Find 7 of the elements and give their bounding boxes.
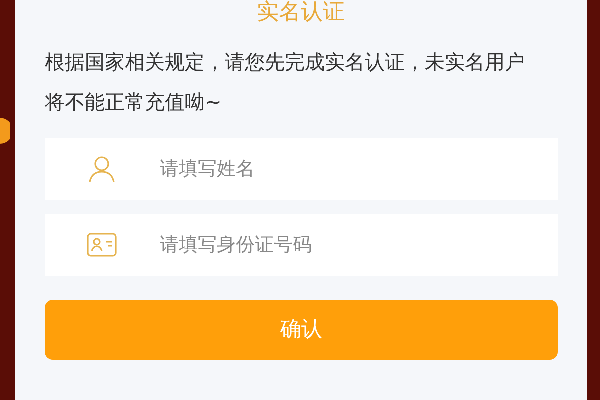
confirm-button[interactable]: 确认 xyxy=(45,300,558,360)
input-field[interactable]: 请填写身份证号码 xyxy=(45,214,558,276)
input-field[interactable]: 请填写姓名 xyxy=(45,138,558,200)
id-card-icon xyxy=(87,233,117,257)
notice-text: 根据国家相关规定，请您先完成实名认证，未实名用户将不能正常充值呦~ xyxy=(45,49,526,116)
person-icon xyxy=(87,154,117,184)
dialog-title: 实名认证 xyxy=(257,0,345,26)
